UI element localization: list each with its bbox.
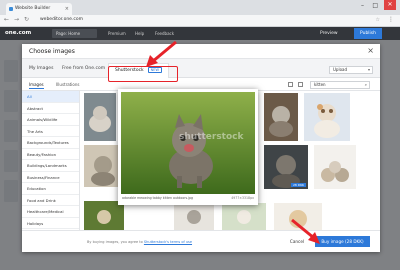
tab-title: Website Builder — [15, 6, 51, 11]
dialog-footer: By buying images, you agree to Shutterst… — [22, 230, 380, 252]
brand-logo: one.com — [5, 30, 32, 36]
image-thumbnail[interactable] — [84, 145, 122, 187]
image-thumbnail[interactable] — [84, 201, 124, 230]
search-icon[interactable]: ⌕ — [365, 82, 367, 88]
browser-tab-bar: Website Builder × – □ ✕ — [0, 0, 400, 15]
preview-dimensions: 4977×3318px — [231, 196, 254, 200]
back-icon[interactable]: ← — [4, 16, 9, 23]
price-badge: 28 DKK — [290, 183, 306, 187]
chevron-down-icon: ▾ — [367, 67, 370, 72]
terms-link[interactable]: Shutterstock's terms of use — [144, 240, 192, 244]
reload-icon[interactable]: ↻ — [24, 16, 29, 23]
browser-tab[interactable]: Website Builder × — [6, 3, 72, 15]
shutterstock-watermark: shutterstock — [179, 132, 244, 142]
category-item[interactable]: Beauty/Fashion — [22, 149, 79, 160]
category-item[interactable]: Business/Finance — [22, 172, 79, 183]
page-selector[interactable]: Page: Home — [52, 29, 97, 38]
upload-dropdown-label: Upload — [333, 67, 348, 72]
screenshot-frame: Website Builder × – □ ✕ ← → ↻ webeditor.… — [0, 0, 400, 270]
category-item[interactable]: The Arts — [22, 126, 79, 137]
category-item[interactable]: Animals/Wildlife — [22, 114, 79, 126]
source-tabs: My Images Free from One.com Shutterstock… — [22, 59, 380, 78]
builder-toolbar: one.com Page: Home Premium Help Feedback… — [0, 27, 400, 40]
category-item[interactable]: Holidays — [22, 218, 79, 229]
dialog-close-icon[interactable]: × — [367, 46, 374, 55]
preview-button[interactable]: Preview — [320, 29, 338, 38]
maximize-icon[interactable]: □ — [372, 2, 378, 9]
feedback-button[interactable]: Feedback — [155, 29, 174, 38]
window-close-icon[interactable]: ✕ — [384, 0, 396, 10]
category-list: All Abstract Animals/Wildlife The Arts B… — [22, 91, 80, 230]
bookmark-star-icon[interactable]: ☆ — [376, 17, 380, 23]
image-thumbnail[interactable] — [264, 93, 298, 141]
tab-images[interactable]: Images — [29, 82, 44, 89]
favicon-icon — [9, 7, 13, 11]
address-bar: ← → ↻ webeditor.one.com ☆ ⋮ — [0, 15, 400, 27]
category-item-all[interactable]: All — [22, 91, 79, 103]
image-thumbnail[interactable] — [84, 93, 116, 141]
browser-menu-icon[interactable]: ⋮ — [388, 16, 394, 23]
help-button[interactable]: Help — [135, 29, 144, 38]
annotation-arrow-icon — [291, 218, 320, 244]
category-item[interactable]: Education — [22, 183, 79, 195]
terms-prefix: By buying images, you agree to — [87, 240, 143, 244]
image-thumbnail[interactable] — [304, 93, 350, 141]
category-item[interactable]: Healthcare/Medical — [22, 206, 79, 218]
grid-view-icon[interactable] — [288, 82, 293, 87]
tab-illustrations[interactable]: Illustrations — [56, 82, 79, 87]
tab-close-icon[interactable]: × — [65, 3, 69, 15]
image-thumbnail[interactable]: 28 DKK — [264, 145, 308, 189]
forward-icon[interactable]: → — [14, 16, 19, 23]
image-preview-popup: shutterstock adorable meowing tabby kitt… — [118, 89, 258, 205]
image-thumbnail[interactable] — [314, 145, 356, 189]
dialog-title: Choose images — [29, 48, 75, 55]
category-item[interactable]: Backgrounds/Textures — [22, 137, 79, 149]
publish-button[interactable]: Publish — [354, 28, 382, 39]
dialog-header: Choose images × — [22, 44, 380, 59]
category-item[interactable]: Food and Drink — [22, 195, 79, 206]
minimize-icon[interactable]: – — [361, 2, 364, 9]
terms-text: By buying images, you agree to Shutterst… — [87, 240, 192, 244]
tab-free-from-onecom[interactable]: Free from One.com — [62, 66, 105, 71]
preview-filename: adorable meowing tabby kitten outdoors.j… — [122, 196, 194, 200]
upload-dropdown[interactable]: Upload ▾ — [329, 66, 373, 74]
category-item[interactable]: Buildings/Landmarks — [22, 160, 79, 172]
preview-image: shutterstock — [121, 92, 255, 194]
search-input[interactable]: kitten ⌕ — [310, 81, 370, 89]
tab-my-images[interactable]: My Images — [29, 66, 53, 71]
image-thumbnail[interactable] — [222, 203, 266, 230]
annotation-arrow-icon — [146, 40, 177, 67]
category-item[interactable]: Abstract — [22, 103, 79, 114]
list-view-icon[interactable] — [298, 82, 303, 87]
premium-button[interactable]: Premium — [108, 29, 126, 38]
search-value: kitten — [314, 82, 326, 87]
url-field[interactable]: webeditor.one.com — [40, 17, 83, 22]
choose-images-dialog: Choose images × My Images Free from One.… — [22, 44, 380, 252]
image-thumbnail[interactable] — [174, 203, 214, 230]
